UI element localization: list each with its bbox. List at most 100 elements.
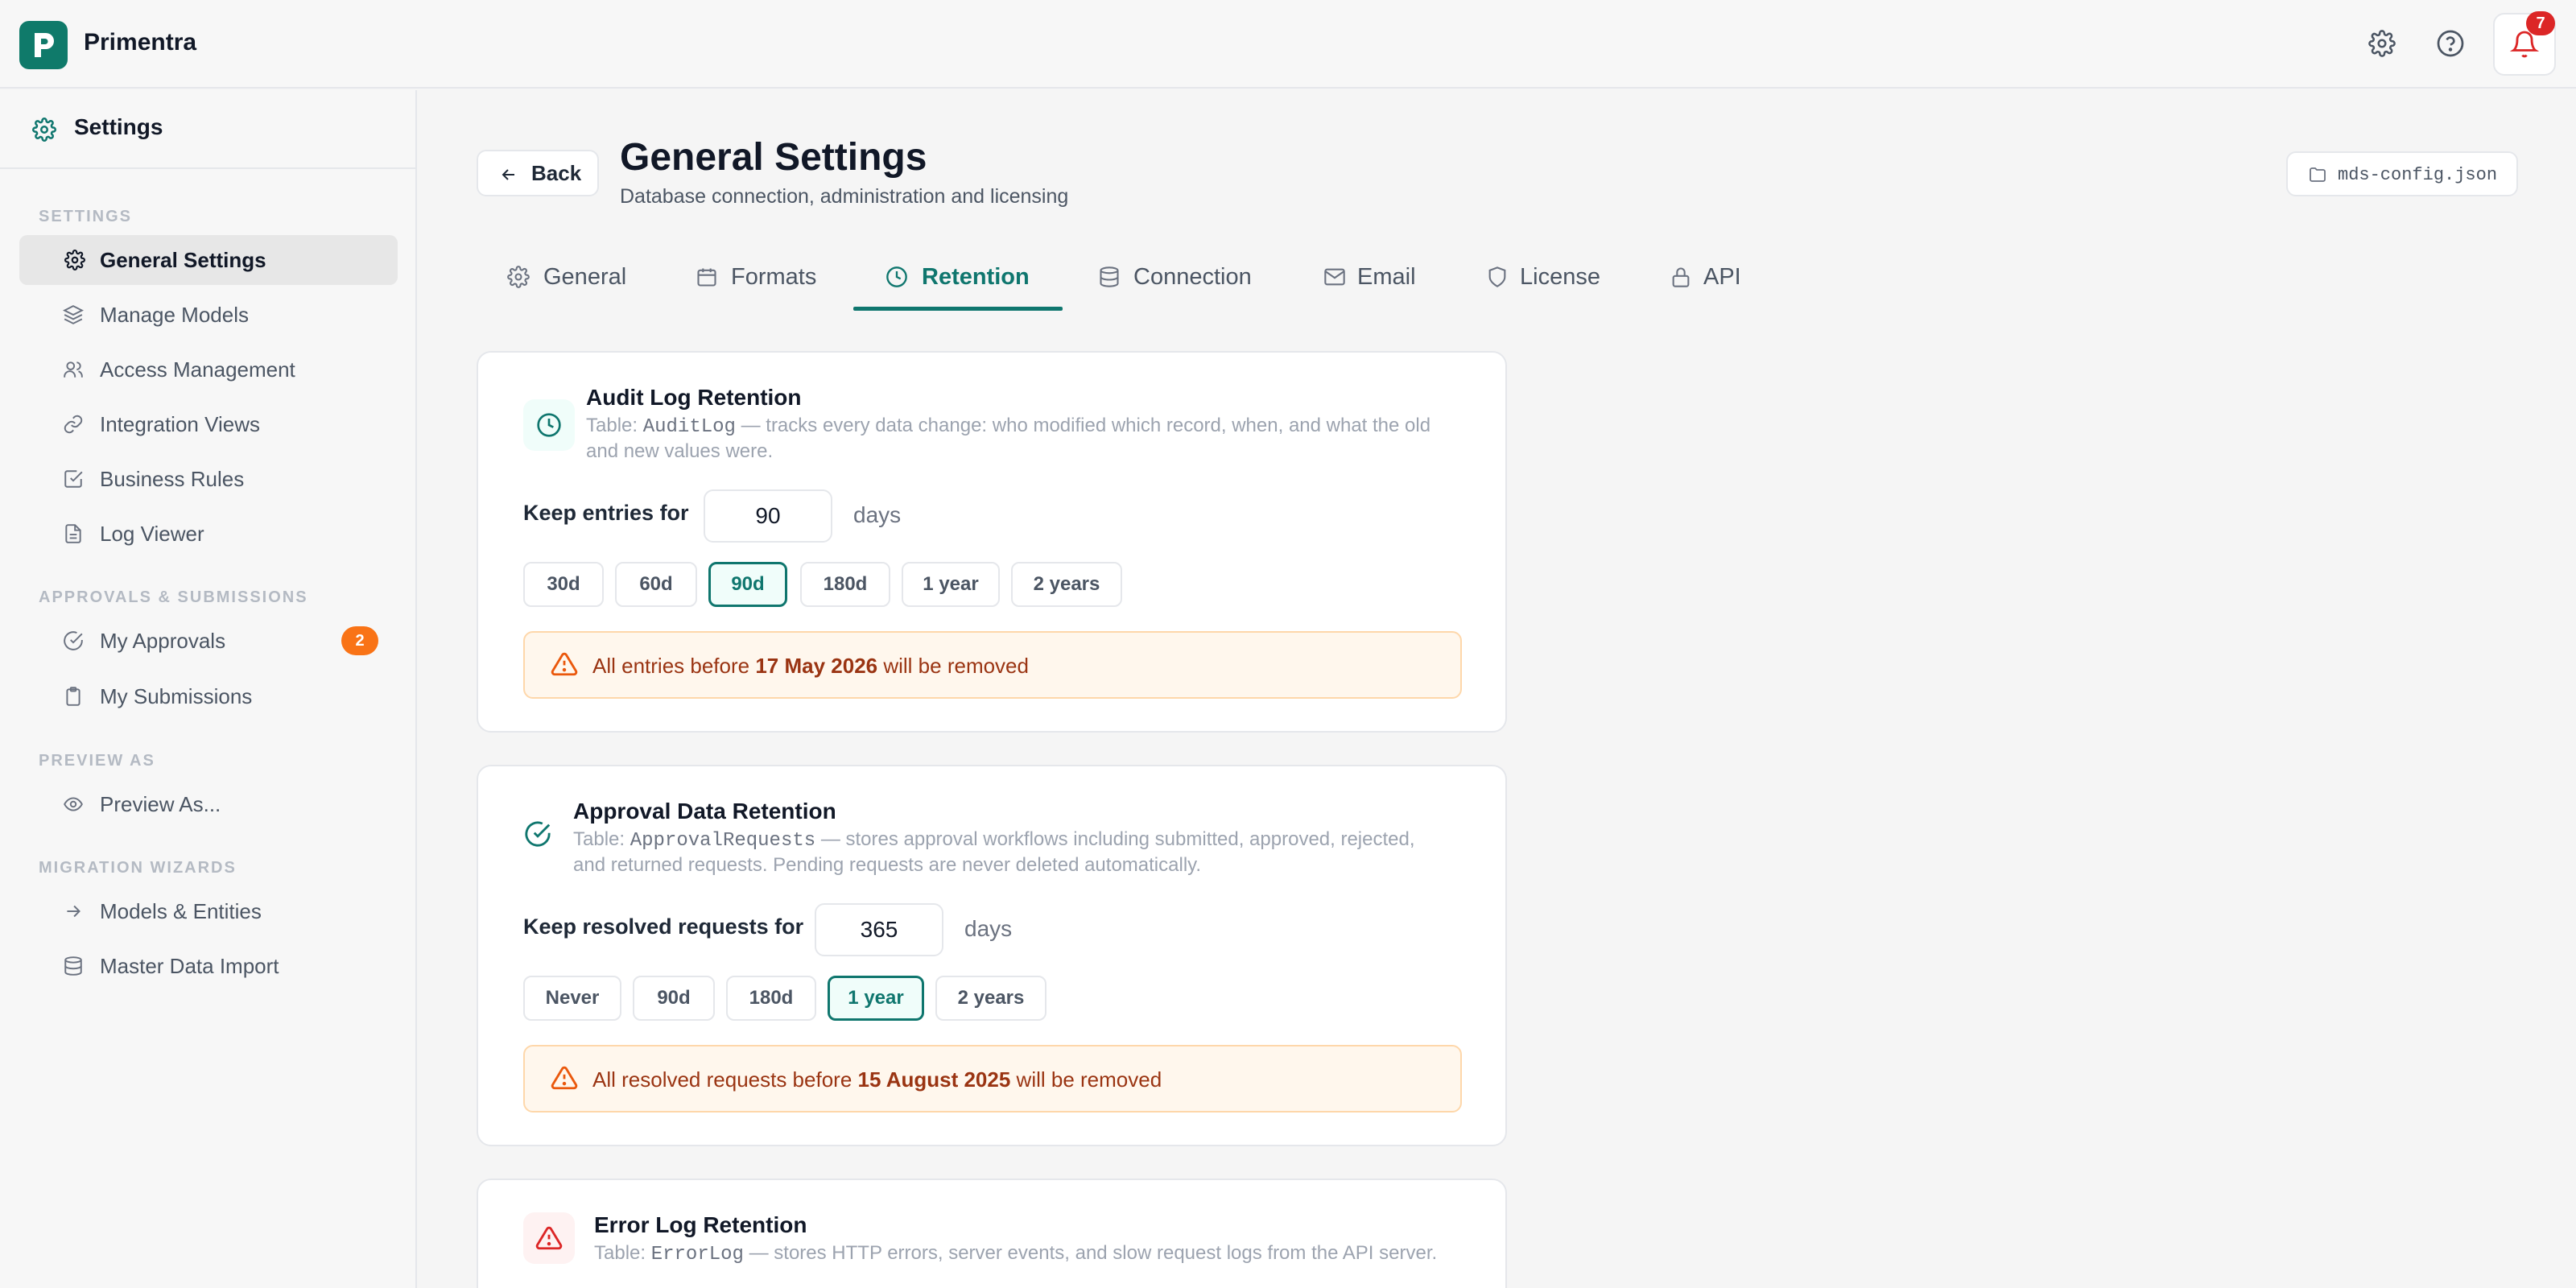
sidebar-item-my-approvals[interactable]: My Approvals 2 (19, 616, 398, 666)
lock-icon (1670, 266, 1692, 288)
settings-gear-button[interactable] (2364, 26, 2400, 61)
sidebar-item-label: General Settings (100, 247, 266, 272)
preset-chip-90d[interactable]: 90d (708, 562, 787, 607)
page-subtitle: Database connection, administration and … (620, 185, 1069, 208)
sidebar-section-settings: SETTINGS (39, 208, 133, 225)
check-circle-icon (63, 630, 84, 651)
config-file-button[interactable]: mds-config.json (2286, 151, 2518, 196)
sidebar-item-general-settings[interactable]: General Settings (19, 235, 398, 285)
table-name: ErrorLog (650, 1244, 744, 1265)
preset-chip-2-years[interactable]: 2 years (1011, 562, 1122, 607)
approval-retention-days-input[interactable] (815, 903, 943, 956)
clock-icon (523, 399, 575, 451)
keep-requests-label: Keep resolved requests for (523, 914, 804, 939)
preset-chip-180d[interactable]: 180d (726, 976, 816, 1021)
back-button[interactable]: Back (477, 150, 599, 196)
sidebar-section-approvals: APPROVALS & SUBMISSIONS (39, 588, 308, 606)
clock-icon (886, 266, 908, 288)
tab-label: Formats (731, 264, 817, 290)
days-unit-label: days (853, 502, 902, 527)
sidebar-item-access-management[interactable]: Access Management (19, 345, 398, 394)
tab-label: Connection (1133, 264, 1252, 290)
config-file-name: mds-config.json (2338, 165, 2498, 185)
mail-icon (1323, 266, 1346, 288)
sidebar-item-manage-models[interactable]: Manage Models (19, 290, 398, 340)
sidebar-title: Settings (74, 114, 163, 139)
gear-icon (2368, 30, 2396, 57)
sidebar-item-label: Integration Views (100, 411, 260, 436)
keep-entries-label: Keep entries for (523, 501, 689, 525)
logo-p-icon (35, 33, 54, 57)
sidebar-section-preview: PREVIEW AS (39, 752, 155, 770)
card-description: Table: ErrorLog — stores HTTP errors, se… (594, 1242, 1438, 1265)
card-title: Approval Data Retention (573, 799, 836, 824)
tab-label: Email (1357, 264, 1416, 290)
preset-chip-30d[interactable]: 30d (523, 562, 604, 607)
check-circle-icon (515, 811, 560, 857)
alert-triangle-icon (523, 1212, 575, 1264)
active-tab-indicator (853, 307, 1063, 311)
help-button[interactable] (2433, 26, 2468, 61)
app-name: Primentra (84, 29, 197, 56)
top-bar: Primentra 7 (0, 0, 2576, 89)
table-name: AuditLog (642, 416, 736, 438)
users-icon (63, 359, 84, 380)
arrow-left-icon (499, 165, 518, 184)
folder-icon (2307, 165, 2328, 184)
sidebar: Settings SETTINGS General Settings Manag… (0, 90, 417, 1288)
audit-retention-days-input[interactable] (704, 489, 832, 543)
sidebar-item-business-rules[interactable]: Business Rules (19, 454, 398, 504)
database-icon (63, 956, 84, 976)
sidebar-item-preview-as[interactable]: Preview As... (19, 779, 398, 829)
sidebar-item-label: Master Data Import (100, 953, 279, 978)
audit-log-retention-card: Audit Log Retention Table: AuditLog — tr… (477, 351, 1507, 733)
tab-label: General (543, 264, 627, 290)
clipboard-icon (63, 686, 84, 707)
tab-label: Retention (922, 264, 1030, 290)
shield-icon (1486, 266, 1509, 288)
table-name: ApprovalRequests (630, 830, 816, 852)
sidebar-item-models-entities[interactable]: Models & Entities (19, 886, 398, 936)
warning-triangle-icon (551, 650, 578, 678)
preset-chip-180d[interactable]: 180d (800, 562, 890, 607)
sidebar-item-label: Access Management (100, 357, 295, 382)
warning-triangle-icon (551, 1064, 578, 1092)
checkbox-icon (63, 469, 84, 489)
retention-warning: All entries before 17 May 2026 will be r… (523, 631, 1462, 699)
sidebar-section-migration: MIGRATION WIZARDS (39, 859, 237, 877)
calendar-icon (696, 266, 718, 288)
preset-chip-1-year[interactable]: 1 year (828, 976, 924, 1021)
sidebar-item-label: Business Rules (100, 466, 245, 491)
card-description: Table: AuditLog — tracks every data chan… (586, 415, 1431, 462)
sidebar-item-log-viewer[interactable]: Log Viewer (19, 509, 398, 559)
app-logo[interactable] (19, 21, 68, 69)
warning-text: All entries before 17 May 2026 will be r… (592, 654, 1029, 678)
sidebar-item-label: Models & Entities (100, 898, 262, 923)
layers-icon (63, 304, 84, 325)
approvals-count-badge: 2 (341, 626, 378, 655)
warning-text: All resolved requests before 15 August 2… (592, 1067, 1162, 1092)
sidebar-item-integration-views[interactable]: Integration Views (19, 399, 398, 449)
card-title: Error Log Retention (594, 1212, 807, 1237)
file-text-icon (63, 523, 84, 544)
database-icon (1098, 266, 1121, 288)
sidebar-item-label: Log Viewer (100, 521, 204, 546)
sidebar-item-master-data-import[interactable]: Master Data Import (19, 941, 398, 991)
preset-chip-1-year[interactable]: 1 year (902, 562, 1000, 607)
sidebar-item-label: Manage Models (100, 302, 249, 327)
card-description: Table: ApprovalRequests — stores approva… (573, 828, 1415, 876)
notification-count-badge: 7 (2526, 11, 2555, 35)
preset-chip-90d[interactable]: 90d (633, 976, 715, 1021)
back-button-label: Back (531, 160, 582, 185)
sidebar-item-label: Preview As... (100, 791, 221, 816)
preset-chip-never[interactable]: Never (523, 976, 621, 1021)
sidebar-item-label: My Submissions (100, 683, 253, 708)
gear-icon (64, 250, 85, 270)
help-circle-icon (2437, 30, 2464, 57)
sidebar-item-my-submissions[interactable]: My Submissions (19, 671, 398, 721)
tab-label: API (1703, 264, 1741, 290)
preset-chip-2-years[interactable]: 2 years (935, 976, 1046, 1021)
arrow-right-icon (63, 901, 84, 922)
preset-chip-60d[interactable]: 60d (615, 562, 697, 607)
approval-data-retention-card: Approval Data Retention Table: ApprovalR… (477, 765, 1507, 1146)
